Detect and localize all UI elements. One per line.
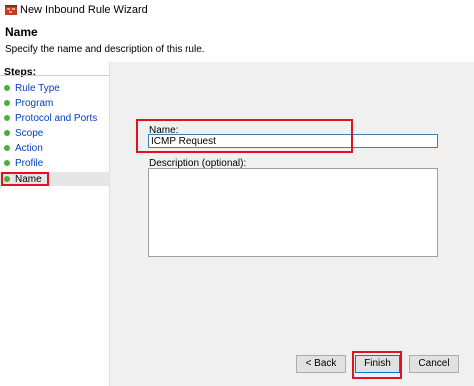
step-rule-type[interactable]: Rule Type xyxy=(0,81,110,95)
page-description: Specify the name and description of this… xyxy=(5,44,205,55)
page-title: Name xyxy=(5,25,38,39)
cancel-button[interactable]: Cancel xyxy=(409,355,459,373)
step-label: Action xyxy=(15,142,43,154)
finish-button[interactable]: Finish xyxy=(355,355,400,373)
step-label: Protocol and Ports xyxy=(15,112,98,124)
step-program[interactable]: Program xyxy=(0,96,110,110)
steps-heading: Steps: xyxy=(4,66,37,78)
step-label: Name xyxy=(15,173,42,185)
name-input[interactable] xyxy=(148,134,438,148)
step-complete-icon xyxy=(4,115,10,121)
steps-panel: Steps: Rule Type Program Protocol and Po… xyxy=(0,62,110,386)
step-profile[interactable]: Profile xyxy=(0,156,110,170)
firewall-icon xyxy=(5,5,17,15)
step-action[interactable]: Action xyxy=(0,141,110,155)
step-label: Program xyxy=(15,97,54,109)
description-input[interactable] xyxy=(148,168,438,257)
step-complete-icon xyxy=(4,100,10,106)
step-scope[interactable]: Scope xyxy=(0,126,110,140)
step-current-icon xyxy=(4,176,10,182)
step-complete-icon xyxy=(4,130,10,136)
step-protocol-and-ports[interactable]: Protocol and Ports xyxy=(0,111,110,125)
title-bar: New Inbound Rule Wizard xyxy=(0,0,474,20)
step-complete-icon xyxy=(4,145,10,151)
step-label: Rule Type xyxy=(15,82,60,94)
wizard-window: New Inbound Rule Wizard Name Specify the… xyxy=(0,0,474,386)
back-button[interactable]: < Back xyxy=(296,355,346,373)
page-header: Name Specify the name and description of… xyxy=(0,20,474,62)
steps-divider xyxy=(0,75,110,76)
step-complete-icon xyxy=(4,85,10,91)
step-label: Scope xyxy=(15,127,44,139)
step-complete-icon xyxy=(4,160,10,166)
step-label: Profile xyxy=(15,157,44,169)
step-name[interactable]: Name xyxy=(0,172,110,186)
window-title: New Inbound Rule Wizard xyxy=(20,4,148,16)
